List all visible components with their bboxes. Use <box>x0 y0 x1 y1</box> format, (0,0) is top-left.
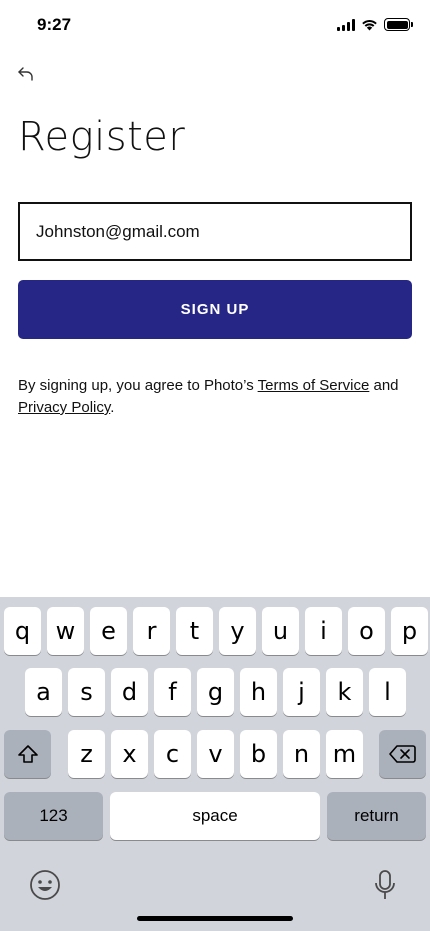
legal-suffix: . <box>110 399 115 416</box>
status-icons <box>337 18 413 31</box>
key-k[interactable]: k <box>326 668 363 716</box>
terms-of-service-link[interactable]: Terms of Service <box>258 377 370 394</box>
status-bar: 9:27 <box>0 0 430 50</box>
key-c[interactable]: c <box>154 730 191 778</box>
sign-up-button[interactable]: SIGN UP <box>18 280 412 339</box>
status-time: 9:27 <box>37 15 72 34</box>
return-key[interactable]: return <box>327 792 426 840</box>
keyboard-row-3: zxcvbnm <box>0 730 430 778</box>
wifi-icon <box>362 19 377 31</box>
key-q[interactable]: q <box>4 607 41 655</box>
key-y[interactable]: y <box>219 607 256 655</box>
key-j[interactable]: j <box>283 668 320 716</box>
key-x[interactable]: x <box>111 730 148 778</box>
legal-middle: and <box>369 377 399 394</box>
home-indicator <box>137 916 293 921</box>
key-p[interactable]: p <box>391 607 428 655</box>
back-button[interactable] <box>14 62 38 86</box>
backspace-key[interactable] <box>379 730 426 778</box>
keyboard-row-2: asdfghjkl <box>0 668 430 716</box>
numbers-key[interactable]: 123 <box>4 792 103 840</box>
key-u[interactable]: u <box>262 607 299 655</box>
privacy-policy-link[interactable]: Privacy Policy <box>18 399 110 416</box>
keyboard-row-1: qwertyuiop <box>0 607 430 655</box>
shift-key[interactable] <box>4 730 51 778</box>
key-o[interactable]: o <box>348 607 385 655</box>
key-e[interactable]: e <box>90 607 127 655</box>
key-r[interactable]: r <box>133 607 170 655</box>
key-s[interactable]: s <box>68 668 105 716</box>
dictation-button[interactable] <box>372 868 398 902</box>
key-g[interactable]: g <box>197 668 234 716</box>
legal-prefix: By signing up, you agree to Photo’s <box>18 377 258 394</box>
key-l[interactable]: l <box>369 668 406 716</box>
emoji-icon <box>30 870 60 900</box>
back-arrow-icon <box>18 67 33 81</box>
key-z[interactable]: z <box>68 730 105 778</box>
legal-notice: By signing up, you agree to Photo’s Term… <box>18 375 412 419</box>
battery-icon <box>384 18 413 31</box>
key-h[interactable]: h <box>240 668 277 716</box>
key-t[interactable]: t <box>176 607 213 655</box>
space-key[interactable]: space <box>110 792 320 840</box>
key-w[interactable]: w <box>47 607 84 655</box>
key-f[interactable]: f <box>154 668 191 716</box>
key-a[interactable]: a <box>25 668 62 716</box>
page-title: Register <box>18 114 186 160</box>
key-n[interactable]: n <box>283 730 320 778</box>
cellular-signal-icon <box>337 18 355 31</box>
keyboard-row-4: 123 space return <box>0 792 430 840</box>
email-field[interactable] <box>18 202 412 261</box>
key-v[interactable]: v <box>197 730 234 778</box>
shift-icon <box>17 745 38 763</box>
key-i[interactable]: i <box>305 607 342 655</box>
email-input[interactable] <box>36 221 394 242</box>
microphone-icon <box>375 870 395 899</box>
key-b[interactable]: b <box>240 730 277 778</box>
emoji-button[interactable] <box>28 868 62 902</box>
keyboard: qwertyuiop asdfghjkl zxcvbnm 123 space r… <box>0 597 430 931</box>
key-d[interactable]: d <box>111 668 148 716</box>
key-m[interactable]: m <box>326 730 363 778</box>
backspace-icon <box>389 745 416 763</box>
